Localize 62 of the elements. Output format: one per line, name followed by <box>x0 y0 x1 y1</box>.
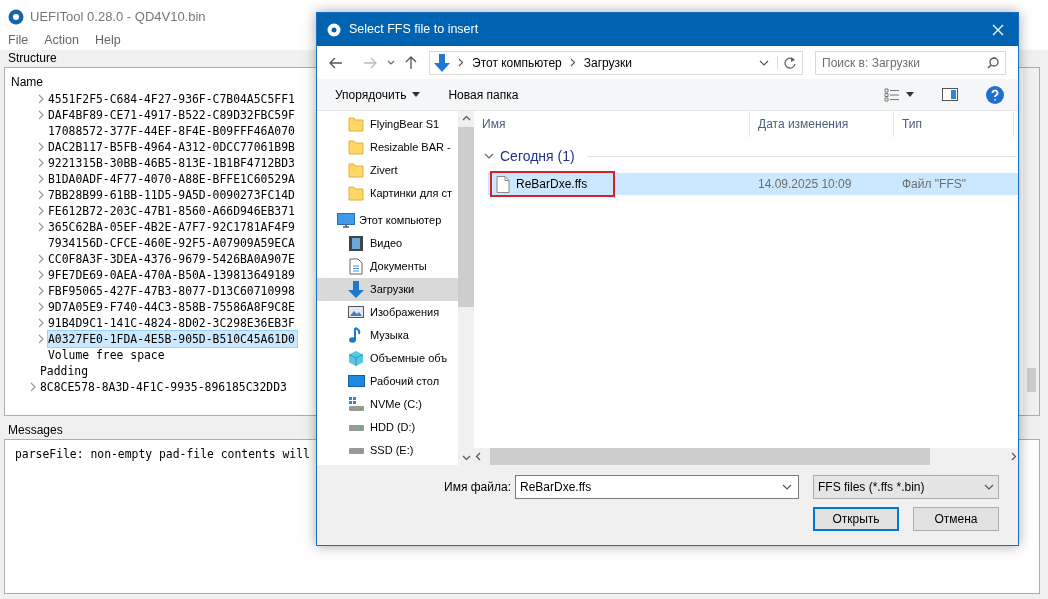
file-row[interactable]: ReBarDxe.ffs 14.09.2025 10:09 Файл "FFS" <box>488 173 1018 195</box>
menu-item[interactable]: Action <box>44 33 79 50</box>
column-header: Name <box>11 74 44 91</box>
file-type: Файл "FFS" <box>901 176 968 193</box>
sidebar-item[interactable]: HDD (D:) <box>317 416 458 439</box>
filename-field[interactable]: ReBarDxe.ffs <box>515 475 799 499</box>
tree-item[interactable]: 8C8CE578-8A3D-4F1C-9935-896185C32DD3 <box>40 379 289 395</box>
tree-item[interactable]: 91B4D9C1-141C-4824-8D02-3C298E36EB3F <box>48 315 297 331</box>
field-label: Имя файла: <box>444 479 511 496</box>
sidebar-item[interactable]: Изображения <box>317 301 458 324</box>
sidebar-item[interactable]: Объемные объ <box>317 347 458 370</box>
dropdown-button[interactable]: Упорядочить <box>335 85 421 104</box>
sidebar-item[interactable]: Zivert <box>317 159 458 182</box>
sidebar-item[interactable]: Загрузки <box>317 278 458 301</box>
sidebar-item[interactable]: SSD (E:) <box>317 439 458 462</box>
tree-item[interactable]: A0327FE0-1FDA-4E5B-905D-B510C45A61D0 <box>48 331 297 347</box>
window-title: UEFITool 0.28.0 - QD4V10.bin <box>30 7 206 26</box>
tree-item[interactable]: Volume free space <box>48 347 167 363</box>
breadcrumb-item[interactable]: Загрузки <box>583 53 633 72</box>
column-header[interactable]: Имя <box>474 111 750 137</box>
file-type-dropdown[interactable]: FFS files (*.ffs *.bin) <box>813 475 999 499</box>
column-header[interactable]: Тип <box>894 111 1014 137</box>
group-title: Structure <box>7 52 57 65</box>
message-line: parseFile: non-empty pad-file contents will <box>15 446 310 462</box>
sidebar-item[interactable]: NVMe (C:) <box>317 393 458 416</box>
file-name: ReBarDxe.ffs <box>516 176 588 193</box>
toolbar-button[interactable]: Новая папка <box>448 85 519 104</box>
tree-item[interactable]: DAF4BF89-CE71-4917-B522-C89D32FBC59F <box>48 107 297 123</box>
tree-item[interactable]: CC0F8A3F-3DEA-4376-9679-5426BA0A907E <box>48 251 297 267</box>
sidebar-item[interactable]: Документы <box>317 255 458 278</box>
search-field[interactable]: Поиск в: Загрузки <box>815 50 1006 75</box>
tree-item[interactable]: 4551F2F5-C684-4F27-936F-C7B04A5C5FF1 <box>48 91 297 107</box>
sidebar-item[interactable]: Этот компьютер <box>317 209 458 232</box>
cancel-button[interactable]: Отмена <box>913 507 999 531</box>
address-bar[interactable]: Этот компьютер Загрузки <box>429 50 803 75</box>
tree-item[interactable]: 9FE7DE69-0AEA-470A-B50A-139813649189 <box>48 267 297 283</box>
sidebar-item[interactable]: FlyingBear S1 <box>317 113 458 136</box>
tree-item[interactable]: 365C62BA-05EF-4B2E-A7F7-92C1781AF4F9 <box>48 219 297 235</box>
tree-item[interactable]: 7BB28B99-61BB-11D5-9A5D-0090273FC14D <box>48 187 297 203</box>
sidebar-item[interactable]: Музыка <box>317 324 458 347</box>
tree-item[interactable]: 17088572-377F-44EF-8F4E-B09FFF46A070 <box>48 123 297 139</box>
sidebar-item[interactable]: Видео <box>317 232 458 255</box>
menu-item[interactable]: Help <box>94 33 121 50</box>
column-header[interactable]: Дата изменения <box>750 111 894 137</box>
file-date: 14.09.2025 10:09 <box>757 176 853 193</box>
open-button[interactable]: Открыть <box>813 507 899 531</box>
tree-item[interactable]: DAC2B117-B5FB-4964-A312-0DCC77061B9B <box>48 139 297 155</box>
group-header[interactable]: Сегодня (1) <box>500 145 575 167</box>
sidebar-item[interactable]: Картинки для ст <box>317 182 458 205</box>
dialog-title: Select FFS file to insert <box>349 21 479 39</box>
tree-item[interactable]: 7934156D-CFCE-460E-92F5-A07909A59ECA <box>48 235 297 251</box>
menu-item[interactable]: File <box>8 33 29 50</box>
group-title: Messages <box>7 424 63 437</box>
tree-item[interactable]: B1DA0ADF-4F77-4070-A88E-BFFE1C60529A <box>48 171 297 187</box>
sidebar-item[interactable]: Resizable BAR - <box>317 136 458 159</box>
tree-item[interactable]: Padding <box>40 363 90 379</box>
tree-item[interactable]: 9D7A05E9-F740-44C3-858B-75586A8F9C8E <box>48 299 297 315</box>
tree-item[interactable]: FE612B72-203C-47B1-8560-A66D946EB371 <box>48 203 297 219</box>
tree-item[interactable]: FBF95065-427F-47B3-8077-D13C60710998 <box>48 283 297 299</box>
sidebar-item[interactable]: Рабочий стол <box>317 370 458 393</box>
breadcrumb-item[interactable]: Этот компьютер <box>472 53 562 72</box>
tree-item[interactable]: 9221315B-30BB-46B5-813E-1B1BF4712BD3 <box>48 155 297 171</box>
